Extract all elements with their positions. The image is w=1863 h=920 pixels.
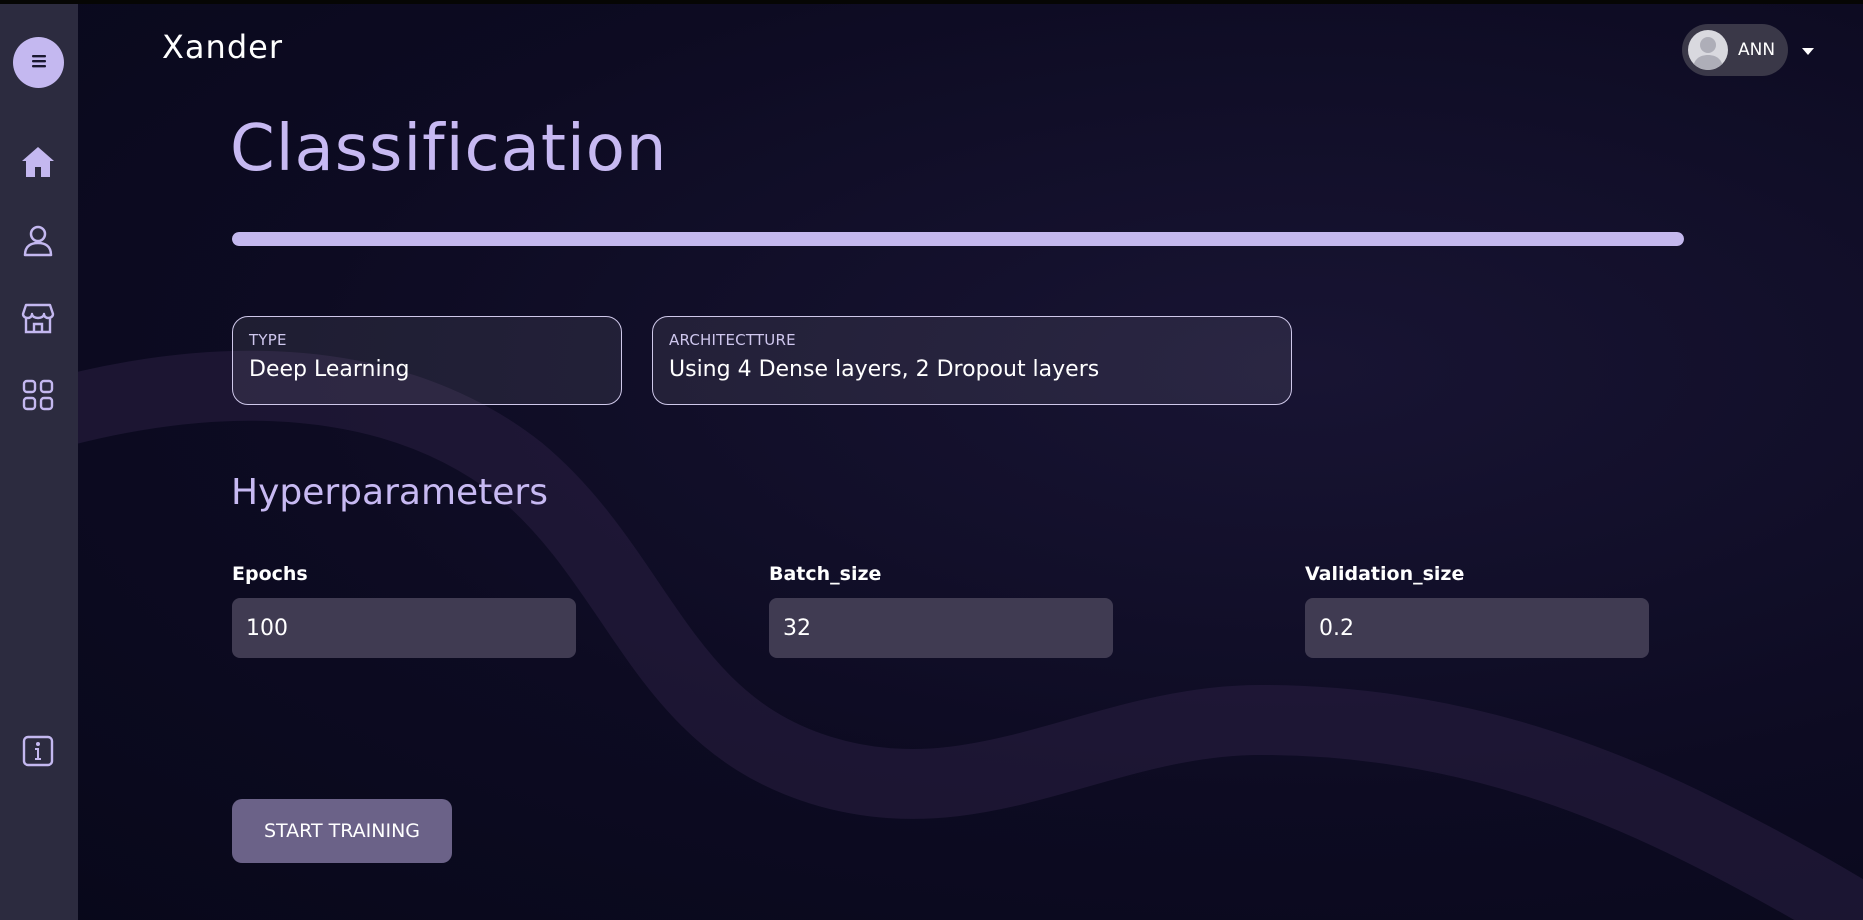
page-title: Classification <box>230 112 668 186</box>
sidebar-item-apps[interactable] <box>19 378 57 416</box>
menu-button[interactable] <box>13 37 64 88</box>
architecture-label: ARCHITECTTURE <box>669 331 796 349</box>
start-training-button[interactable]: START TRAINING <box>232 799 452 863</box>
top-edge <box>0 0 1863 4</box>
validation-size-label: Validation_size <box>1305 563 1465 585</box>
sidebar-item-info[interactable] <box>19 734 57 772</box>
info-icon <box>21 734 55 772</box>
epochs-input[interactable] <box>232 598 576 658</box>
user-name: ANN <box>1738 40 1776 60</box>
sidebar-item-home[interactable] <box>19 145 57 183</box>
user-menu-toggle[interactable] <box>1798 40 1818 60</box>
app-root: Xander ANN Classification TYPE Deep Lear… <box>0 0 1863 920</box>
architecture-field: ARCHITECTTURE Using 4 Dense layers, 2 Dr… <box>652 316 1292 405</box>
grid-icon <box>21 378 55 416</box>
home-icon <box>20 144 56 184</box>
menu-icon <box>30 53 48 73</box>
batch-size-label: Batch_size <box>769 563 882 585</box>
sidebar-item-store[interactable] <box>19 301 57 339</box>
model-type-label: TYPE <box>249 331 287 349</box>
progress-bar <box>232 232 1684 246</box>
avatar <box>1688 30 1728 70</box>
model-type-field: TYPE Deep Learning <box>232 316 622 405</box>
validation-size-input[interactable] <box>1305 598 1649 658</box>
architecture-value: Using 4 Dense layers, 2 Dropout layers <box>669 357 1100 382</box>
brand-logo[interactable]: Xander <box>162 28 283 66</box>
store-icon <box>21 301 55 339</box>
user-icon <box>21 223 55 261</box>
caret-down-icon <box>1801 41 1815 60</box>
sidebar-item-profile[interactable] <box>19 223 57 261</box>
progress-bar-fill <box>232 232 1684 246</box>
batch-size-input[interactable] <box>769 598 1113 658</box>
hyperparameters-heading: Hyperparameters <box>231 472 548 513</box>
epochs-label: Epochs <box>232 563 308 585</box>
user-menu[interactable]: ANN <box>1682 24 1788 76</box>
model-type-value: Deep Learning <box>249 357 410 382</box>
sidebar <box>0 4 78 920</box>
